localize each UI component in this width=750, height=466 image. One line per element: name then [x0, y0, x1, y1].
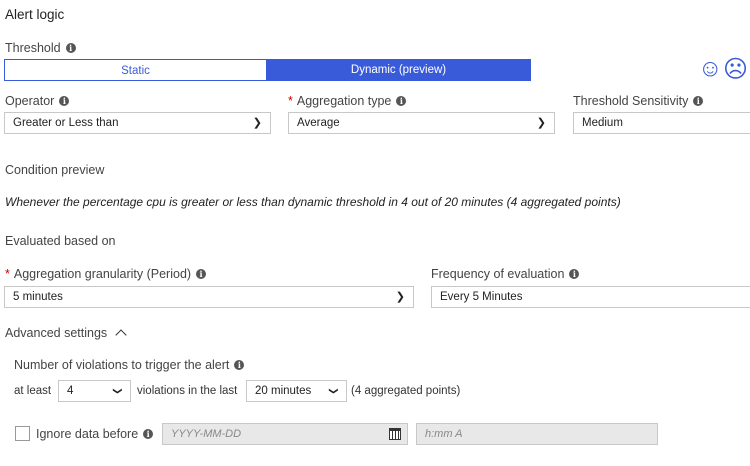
operator-value: Greater or Less than [13, 117, 119, 129]
sensitivity-value: Medium [582, 117, 623, 129]
aggregation-type-value: Average [297, 117, 340, 129]
section-title: Alert logic [5, 7, 65, 22]
info-icon[interactable]: i [65, 43, 76, 53]
frequency-dropdown[interactable]: Every 5 Minutes [431, 286, 750, 308]
date-placeholder: YYYY-MM-DD [171, 428, 242, 440]
info-icon[interactable]: i [143, 429, 154, 439]
info-icon[interactable]: i [234, 360, 245, 370]
condition-text: Whenever the percentage cpu is greater o… [5, 195, 621, 209]
sensitivity-dropdown[interactable]: Medium [573, 112, 750, 134]
sensitivity-label: Threshold Sensitivity i [573, 94, 704, 108]
threshold-label-text: Threshold [5, 41, 61, 55]
sensitivity-label-text: Threshold Sensitivity [573, 94, 689, 108]
at-least-label: at least [14, 385, 52, 397]
violations-label: Number of violations to trigger the aler… [14, 358, 245, 372]
operator-dropdown[interactable]: Greater or Less than ❯ [4, 112, 271, 134]
info-icon[interactable]: i [693, 96, 704, 106]
ignore-data-checkbox[interactable] [15, 426, 30, 441]
window-value: 20 minutes [255, 385, 312, 397]
condition-heading: Condition preview [5, 163, 105, 177]
granularity-value: 5 minutes [13, 291, 63, 303]
granularity-dropdown[interactable]: 5 minutes ❯ [4, 286, 414, 308]
chevron-down-icon: ❯ [395, 291, 405, 303]
aggregation-type-label: * Aggregation type i [288, 94, 407, 108]
operator-label-text: Operator [5, 94, 55, 108]
tab-dynamic[interactable]: Dynamic (preview) [266, 59, 531, 81]
violation-count-value: 4 [67, 385, 74, 397]
chevron-down-icon: ❯ [113, 387, 124, 395]
time-input[interactable]: h:mm A [416, 423, 658, 445]
chevron-down-icon: ❯ [252, 117, 262, 129]
aggregation-type-label-text: Aggregation type [296, 94, 392, 108]
tab-static[interactable]: Static [4, 59, 267, 81]
info-icon[interactable]: i [196, 269, 207, 279]
calendar-icon[interactable] [389, 428, 401, 440]
date-input[interactable]: YYYY-MM-DD [162, 423, 408, 445]
ignore-data-label-text: Ignore data before [36, 427, 139, 441]
frequency-label-text: Frequency of evaluation [431, 267, 565, 281]
required-marker: * [288, 94, 293, 108]
ignore-data-label: Ignore data before i [36, 427, 154, 441]
required-marker: * [5, 267, 10, 281]
chevron-down-icon: ❯ [329, 387, 340, 395]
aggregated-points-text: (4 aggregated points) [351, 385, 461, 397]
violations-label-text: Number of violations to trigger the aler… [14, 358, 230, 372]
in-last-label: violations in the last [137, 385, 238, 397]
frequency-value: Every 5 Minutes [440, 291, 523, 303]
evaluated-heading: Evaluated based on [5, 234, 116, 248]
chevron-down-icon: ❯ [536, 117, 546, 129]
frown-icon[interactable]: ☹ [723, 55, 748, 84]
aggregation-type-dropdown[interactable]: Average ❯ [288, 112, 555, 134]
frequency-label: Frequency of evaluation i [431, 267, 580, 281]
info-icon[interactable]: i [396, 96, 407, 106]
granularity-label-text: Aggregation granularity (Period) [13, 267, 192, 281]
advanced-heading: Advanced settings [5, 326, 108, 340]
info-icon[interactable]: i [59, 96, 70, 106]
info-icon[interactable]: i [569, 269, 580, 279]
advanced-settings-toggle[interactable]: Advanced settings [5, 326, 127, 341]
window-dropdown[interactable]: 20 minutes ❯ [246, 380, 347, 402]
smile-icon[interactable]: ☺ [698, 55, 723, 83]
operator-label: Operator i [5, 94, 70, 108]
violation-count-dropdown[interactable]: 4 ❯ [58, 380, 131, 402]
threshold-label: Threshold i [5, 41, 76, 55]
chevron-up-icon [115, 329, 127, 341]
time-placeholder: h:mm A [425, 428, 463, 440]
granularity-label: * Aggregation granularity (Period) i [5, 267, 207, 281]
